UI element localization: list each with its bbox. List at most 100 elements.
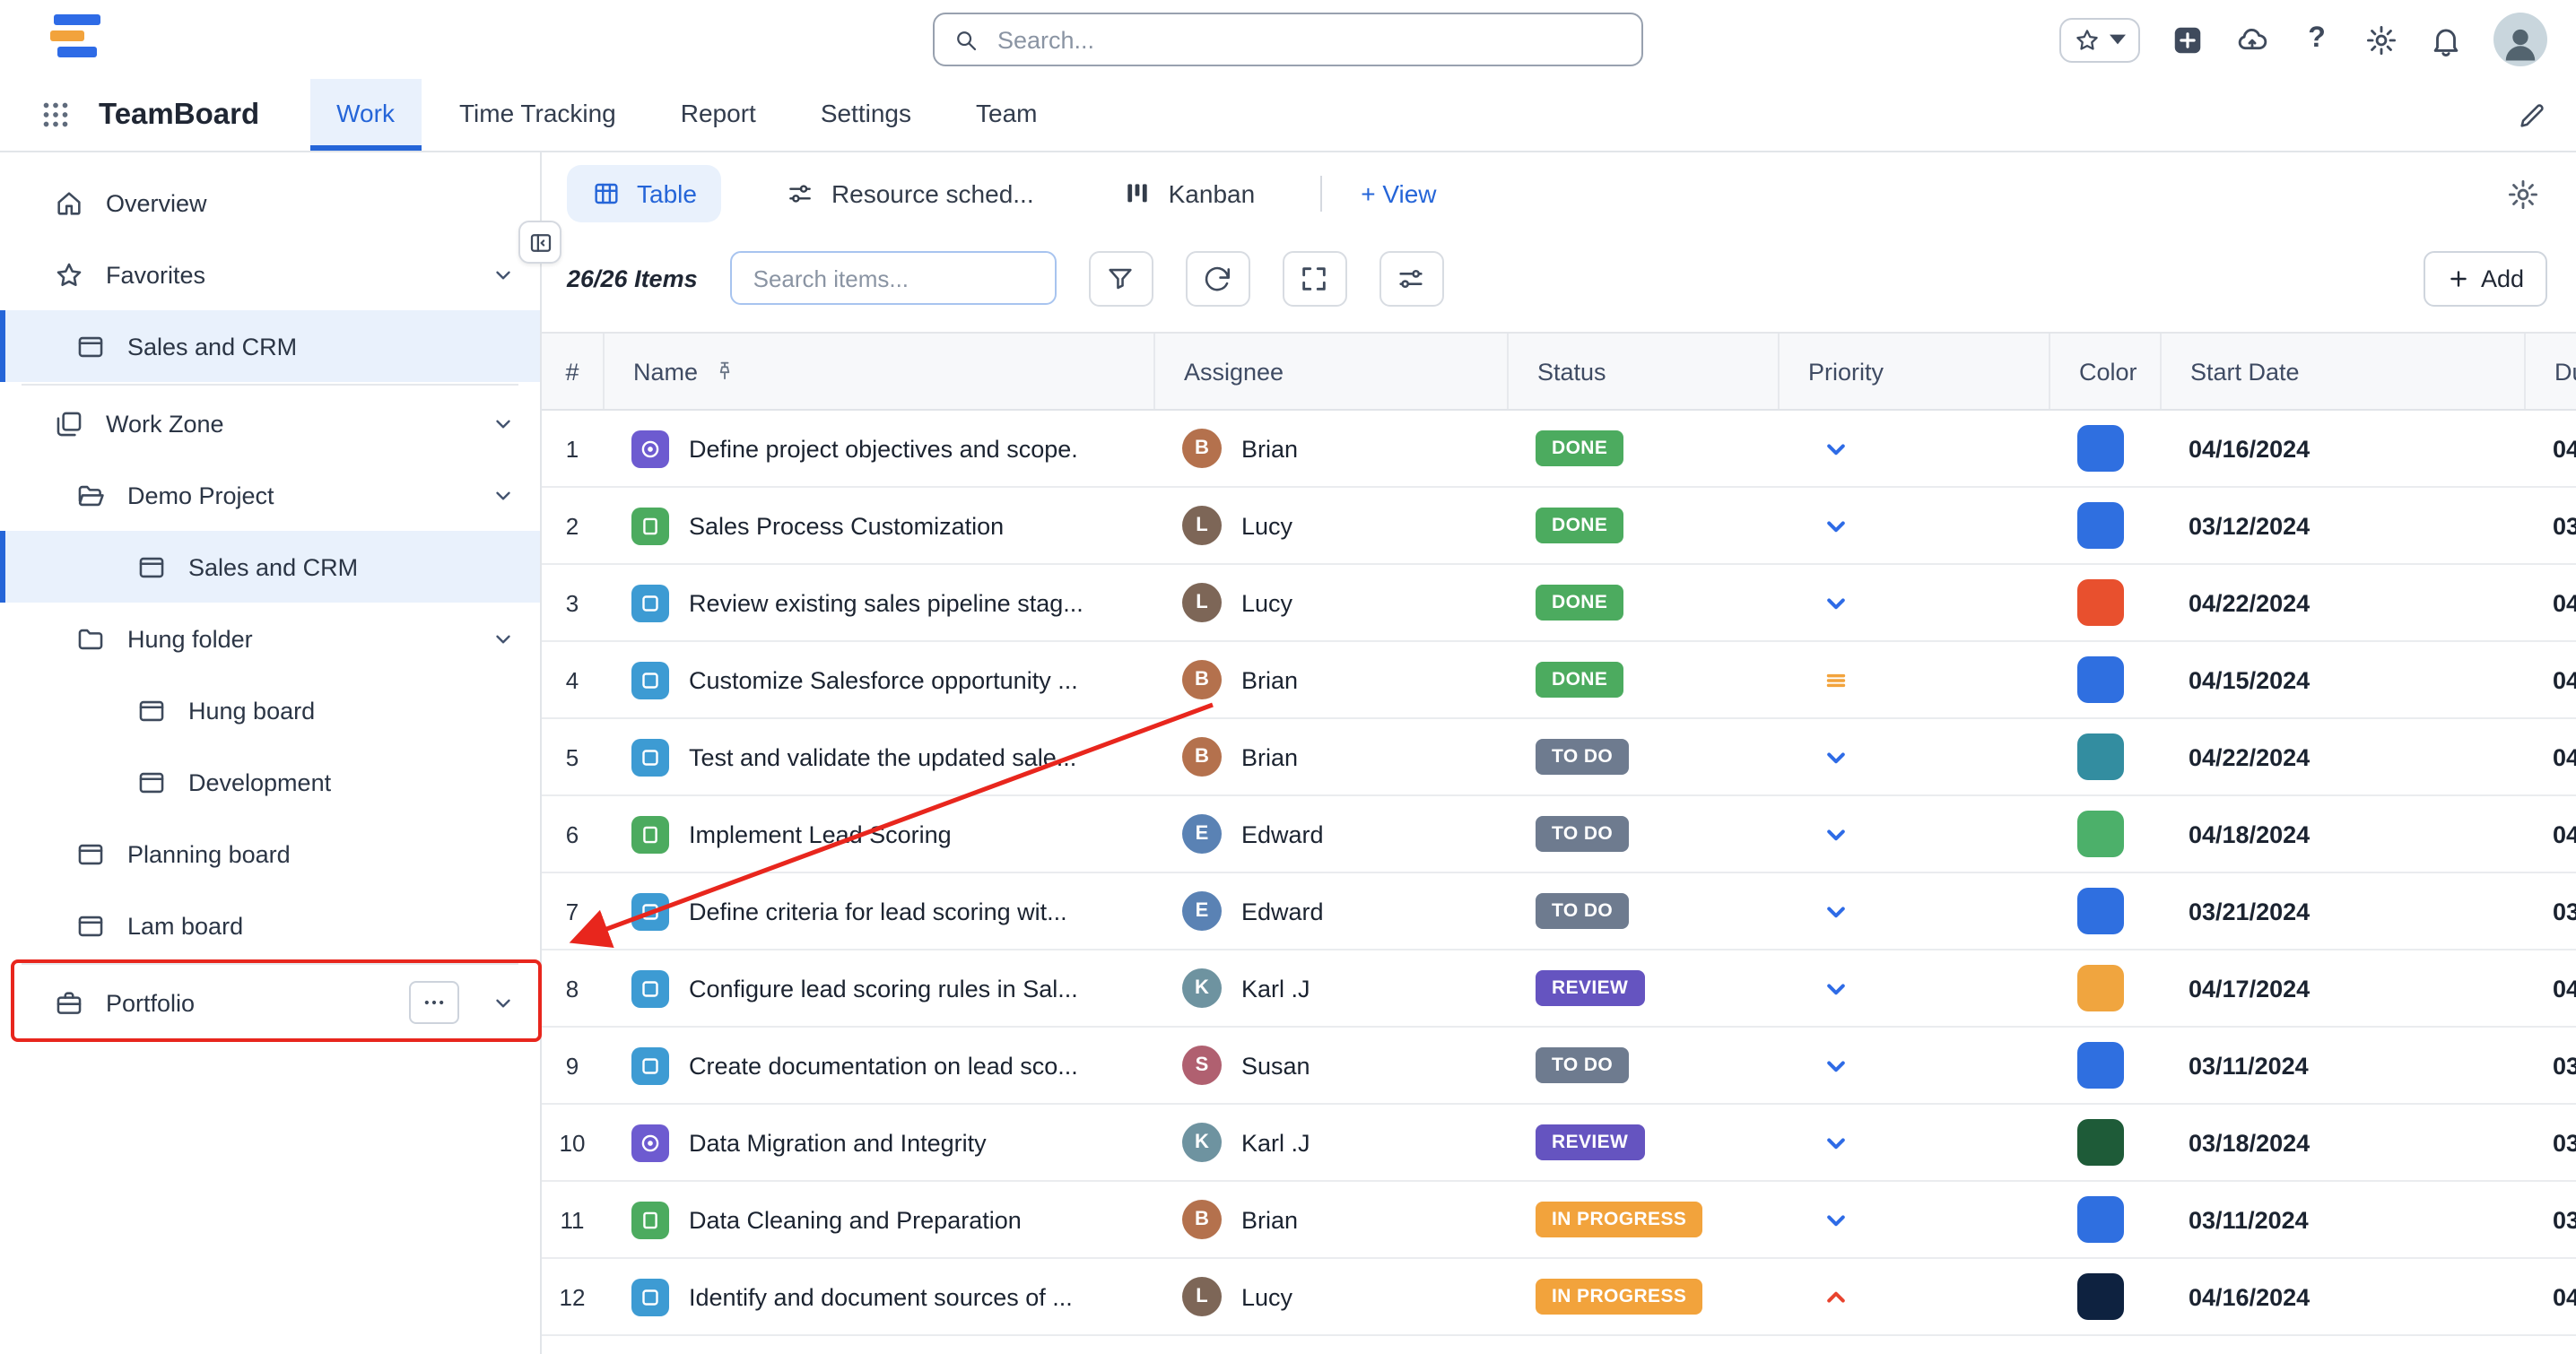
start-date-cell[interactable]: 04/22/2024 bbox=[2160, 719, 2524, 794]
priority-down-icon[interactable] bbox=[1821, 433, 1851, 464]
table-row[interactable]: 6 Implement Lead Scoring E Edward TO DO … bbox=[542, 796, 2576, 873]
due-date-cell[interactable]: 03 bbox=[2524, 488, 2576, 563]
favorites-menu-button[interactable] bbox=[2059, 17, 2140, 62]
sidebar-item-sales-and-crm[interactable]: Sales and CRM bbox=[0, 531, 540, 603]
color-cell[interactable] bbox=[2049, 488, 2160, 563]
items-search-input[interactable] bbox=[750, 263, 1037, 293]
status-cell[interactable]: DONE bbox=[1507, 411, 1778, 486]
start-date-cell[interactable]: 03/12/2024 bbox=[2160, 488, 2524, 563]
color-chip[interactable] bbox=[2077, 502, 2124, 549]
due-date-cell[interactable]: 03 bbox=[2524, 873, 2576, 949]
color-cell[interactable] bbox=[2049, 411, 2160, 486]
priority-down-icon[interactable] bbox=[1821, 1050, 1851, 1081]
column-header-[interactable]: # bbox=[542, 334, 603, 409]
start-date-cell[interactable]: 03/18/2024 bbox=[2160, 1105, 2524, 1180]
quick-add-button[interactable] bbox=[2171, 22, 2205, 56]
priority-cell[interactable] bbox=[1778, 950, 2049, 1026]
name-cell[interactable]: Create documentation on lead sco... bbox=[603, 1028, 1153, 1103]
color-chip[interactable] bbox=[2077, 1273, 2124, 1320]
assignee-cell[interactable]: S Susan bbox=[1153, 1028, 1507, 1103]
status-badge[interactable]: TO DO bbox=[1536, 739, 1629, 775]
start-date-cell[interactable]: 04/17/2024 bbox=[2160, 950, 2524, 1026]
column-header-status[interactable]: Status bbox=[1507, 334, 1778, 409]
status-cell[interactable]: TO DO bbox=[1507, 873, 1778, 949]
priority-down-icon[interactable] bbox=[1821, 587, 1851, 618]
priority-down-icon[interactable] bbox=[1821, 1127, 1851, 1158]
start-date-cell[interactable]: 04/16/2024 bbox=[2160, 411, 2524, 486]
status-badge[interactable]: IN PROGRESS bbox=[1536, 1202, 1702, 1237]
chevron-down-icon[interactable] bbox=[492, 412, 515, 435]
assignee-cell[interactable]: B Brian bbox=[1153, 642, 1507, 717]
table-row[interactable]: 3 Review existing sales pipeline stag...… bbox=[542, 565, 2576, 642]
table-row[interactable]: 11 Data Cleaning and Preparation B Brian… bbox=[542, 1182, 2576, 1259]
column-header-name[interactable]: Name bbox=[603, 334, 1153, 409]
view-tab-resource-sched[interactable]: Resource sched... bbox=[761, 165, 1059, 222]
priority-cell[interactable] bbox=[1778, 719, 2049, 794]
priority-down-icon[interactable] bbox=[1821, 896, 1851, 926]
color-cell[interactable] bbox=[2049, 565, 2160, 640]
assignee-cell[interactable]: K Karl .J bbox=[1153, 950, 1507, 1026]
name-cell[interactable]: Define project objectives and scope. bbox=[603, 411, 1153, 486]
add-view-button[interactable]: + View bbox=[1361, 179, 1436, 208]
due-date-cell[interactable]: 04 bbox=[2524, 950, 2576, 1026]
sidebar-item-portfolio[interactable]: Portfolio bbox=[0, 967, 540, 1038]
table-row[interactable]: 4 Customize Salesforce opportunity ... B… bbox=[542, 642, 2576, 719]
status-badge[interactable]: DONE bbox=[1536, 430, 1623, 466]
color-cell[interactable] bbox=[2049, 1028, 2160, 1103]
priority-cell[interactable] bbox=[1778, 1182, 2049, 1257]
name-cell[interactable]: Review existing sales pipeline stag... bbox=[603, 565, 1153, 640]
table-row[interactable]: 1 Define project objectives and scope. B… bbox=[542, 411, 2576, 488]
column-header-assignee[interactable]: Assignee bbox=[1153, 334, 1507, 409]
color-chip[interactable] bbox=[2077, 1196, 2124, 1243]
priority-cell[interactable] bbox=[1778, 1028, 2049, 1103]
status-cell[interactable]: DONE bbox=[1507, 642, 1778, 717]
chevron-down-icon[interactable] bbox=[492, 991, 515, 1014]
priority-cell[interactable] bbox=[1778, 411, 2049, 486]
sidebar-item-demo-project[interactable]: Demo Project bbox=[0, 459, 540, 531]
fullscreen-button[interactable] bbox=[1283, 250, 1347, 306]
start-date-cell[interactable]: 04/16/2024 bbox=[2160, 1259, 2524, 1334]
refresh-button[interactable] bbox=[1186, 250, 1250, 306]
start-date-cell[interactable]: 04/18/2024 bbox=[2160, 796, 2524, 872]
status-badge[interactable]: DONE bbox=[1536, 585, 1623, 621]
status-cell[interactable]: TO DO bbox=[1507, 719, 1778, 794]
sidebar-item-favorites[interactable]: Favorites bbox=[0, 239, 540, 310]
sidebar-item-sales-and-crm[interactable]: Sales and CRM bbox=[0, 310, 540, 382]
table-row[interactable]: 5 Test and validate the updated sale... … bbox=[542, 719, 2576, 796]
table-row[interactable]: 12 Identify and document sources of ... … bbox=[542, 1259, 2576, 1336]
color-chip[interactable] bbox=[2077, 733, 2124, 780]
priority-down-icon[interactable] bbox=[1821, 973, 1851, 1003]
color-chip[interactable] bbox=[2077, 811, 2124, 857]
due-date-cell[interactable]: 04 bbox=[2524, 411, 2576, 486]
global-search[interactable] bbox=[933, 13, 1643, 66]
nav-tab-report[interactable]: Report bbox=[654, 79, 783, 151]
notifications-button[interactable] bbox=[2429, 22, 2463, 56]
due-date-cell[interactable]: 04 bbox=[2524, 796, 2576, 872]
priority-down-icon[interactable] bbox=[1821, 1204, 1851, 1235]
view-settings-button[interactable] bbox=[2506, 177, 2540, 211]
assignee-cell[interactable]: K Karl .J bbox=[1153, 1105, 1507, 1180]
color-cell[interactable] bbox=[2049, 642, 2160, 717]
color-chip[interactable] bbox=[2077, 1042, 2124, 1089]
priority-medium-icon[interactable] bbox=[1821, 664, 1851, 695]
table-row[interactable]: 2 Sales Process Customization L Lucy DON… bbox=[542, 488, 2576, 565]
status-badge[interactable]: REVIEW bbox=[1536, 970, 1644, 1006]
nav-tab-work[interactable]: Work bbox=[309, 79, 422, 151]
column-header-start-date[interactable]: Start Date bbox=[2160, 334, 2524, 409]
profile-avatar[interactable] bbox=[2493, 13, 2547, 66]
column-header-color[interactable]: Color bbox=[2049, 334, 2160, 409]
due-date-cell[interactable]: 03 bbox=[2524, 1105, 2576, 1180]
due-date-cell[interactable]: 04 bbox=[2524, 642, 2576, 717]
filter-button[interactable] bbox=[1089, 250, 1153, 306]
color-cell[interactable] bbox=[2049, 1182, 2160, 1257]
status-cell[interactable]: TO DO bbox=[1507, 796, 1778, 872]
table-row[interactable]: 7 Define criteria for lead scoring wit..… bbox=[542, 873, 2576, 950]
table-row[interactable]: 8 Configure lead scoring rules in Sal...… bbox=[542, 950, 2576, 1028]
collapse-sidebar-button[interactable] bbox=[518, 221, 561, 264]
due-date-cell[interactable]: 04 bbox=[2524, 565, 2576, 640]
column-header-due-date[interactable]: Due Date bbox=[2524, 334, 2576, 409]
add-new-item-row[interactable]: Add new item bbox=[542, 1343, 2576, 1354]
due-date-cell[interactable]: 04 bbox=[2524, 719, 2576, 794]
sidebar-item-overview[interactable]: Overview bbox=[0, 167, 540, 239]
sidebar-item-work-zone[interactable]: Work Zone bbox=[0, 387, 540, 459]
